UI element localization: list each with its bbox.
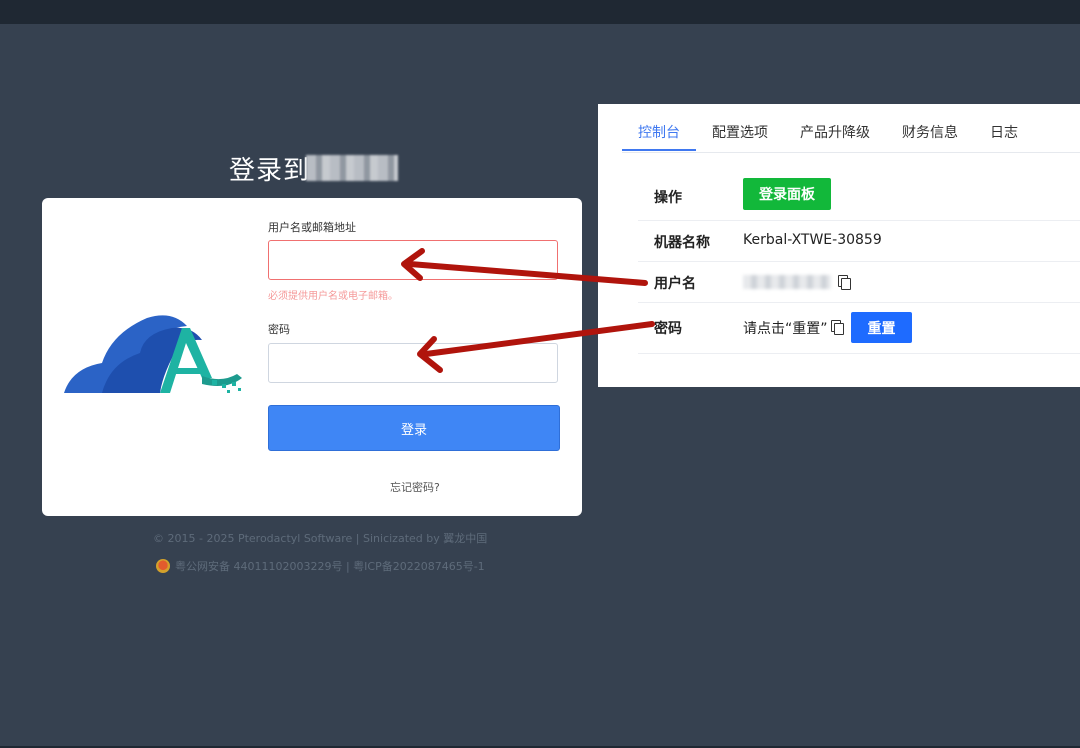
service-panel: 控制台 配置选项 产品升降级 财务信息 日志 操作 登录面板 机器名称 Kerb… — [598, 104, 1080, 387]
tab-config-options[interactable]: 配置选项 — [696, 104, 784, 151]
footer-icp: 粤公网安备 44011102003229号 | 粤ICP备2022087465号… — [156, 558, 485, 574]
reset-password-button[interactable]: 重置 — [851, 312, 912, 343]
page-title: 登录到 — [229, 156, 311, 186]
row-operation: 操作 登录面板 — [638, 174, 1080, 221]
redacted-username — [743, 275, 831, 289]
username-error: 必须提供用户名或电子邮箱。 — [268, 291, 398, 302]
tab-upgrade-downgrade[interactable]: 产品升降级 — [784, 104, 886, 151]
police-badge-icon — [156, 559, 170, 573]
row-password: 密码 请点击“重置” 重置 — [638, 303, 1080, 354]
footer-icp-text[interactable]: 粤公网安备 44011102003229号 | 粤ICP备2022087465号… — [175, 558, 485, 574]
redacted-site-name — [306, 155, 398, 181]
username-key: 用户名 — [654, 276, 696, 292]
top-bar — [0, 0, 1080, 24]
forgot-password-link[interactable]: 忘记密码? — [390, 479, 440, 495]
machine-name-key: 机器名称 — [654, 235, 710, 251]
machine-name-value: Kerbal-XTWE-30859 — [743, 232, 882, 248]
tab-logs[interactable]: 日志 — [974, 104, 1034, 151]
password-key: 密码 — [654, 321, 682, 337]
password-input[interactable] — [268, 343, 558, 383]
login-panel-button[interactable]: 登录面板 — [743, 178, 831, 210]
brand-logo — [64, 315, 242, 393]
tab-divider — [622, 152, 1080, 153]
username-label: 用户名或邮箱地址 — [268, 221, 356, 234]
tab-console[interactable]: 控制台 — [622, 104, 696, 151]
password-hint: 请点击“重置” — [743, 321, 828, 337]
footer-copyright: © 2015 - 2025 Pterodactyl Software | Sin… — [153, 532, 488, 545]
row-username: 用户名 — [638, 262, 1080, 303]
username-input[interactable] — [268, 240, 558, 280]
operation-key: 操作 — [654, 190, 682, 206]
copy-password-icon[interactable] — [831, 320, 844, 335]
password-label: 密码 — [268, 323, 290, 336]
panel-tabs: 控制台 配置选项 产品升降级 财务信息 日志 — [622, 104, 1034, 152]
login-button[interactable]: 登录 — [268, 405, 560, 451]
row-machine-name: 机器名称 Kerbal-XTWE-30859 — [638, 221, 1080, 262]
tab-billing[interactable]: 财务信息 — [886, 104, 974, 151]
copy-username-icon[interactable] — [838, 275, 851, 290]
login-card: 用户名或邮箱地址 必须提供用户名或电子邮箱。 密码 登录 忘记密码? — [42, 198, 582, 516]
